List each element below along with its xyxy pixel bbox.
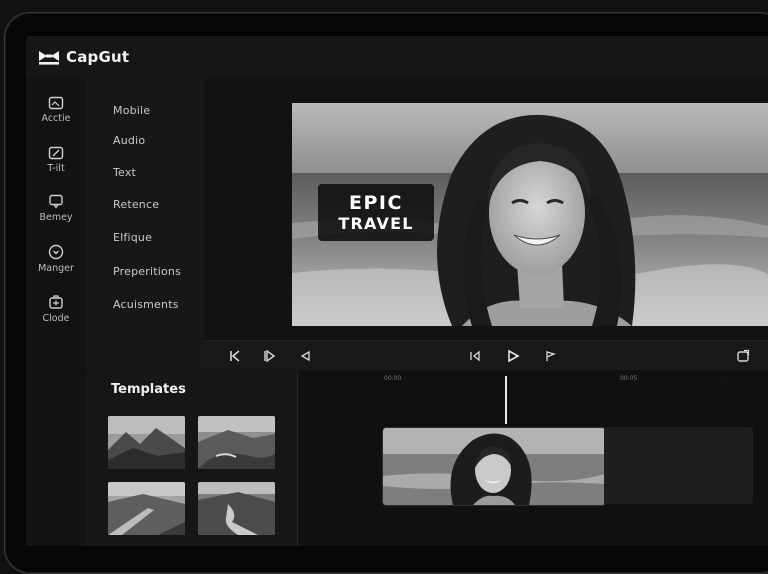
- sidebar-item-label: Bemey: [39, 212, 73, 223]
- template-thumbnail-2[interactable]: [198, 416, 275, 469]
- fullscreen-icon[interactable]: [736, 349, 750, 363]
- template-thumbnail-3[interactable]: [108, 482, 185, 535]
- templates-heading: Templates: [111, 382, 186, 397]
- edit-icon: [48, 146, 64, 160]
- rewind-icon[interactable]: [298, 349, 312, 363]
- sidebar-item-label: Manger: [38, 263, 74, 274]
- video-clip[interactable]: [382, 427, 606, 506]
- overlay-line-2: TRAVEL: [338, 213, 414, 233]
- app-window: CapGut Acctie T-ilt Bemey Manger Clode M…: [26, 36, 768, 546]
- timeline-playhead[interactable]: [505, 376, 507, 424]
- timeline-tick-label: ·: [722, 375, 724, 382]
- timeline-tick-label: 00:00: [384, 375, 402, 382]
- sidebar-item-label: T-ilt: [47, 163, 65, 174]
- menu-item-text[interactable]: Text: [113, 166, 136, 179]
- chat-icon: [49, 194, 63, 209]
- app-title: CapGut: [66, 48, 130, 66]
- coast-thumbnail: [198, 416, 275, 469]
- menu-item-preperitions[interactable]: Preperitions: [113, 265, 181, 278]
- capgut-logo-icon: [39, 51, 59, 65]
- sidebar-item-label: Clode: [42, 313, 70, 324]
- menu-item-acuisments[interactable]: Acuisments: [113, 298, 179, 311]
- sidebar-item-manger[interactable]: Manger: [26, 244, 86, 274]
- overlay-line-1: EPIC: [349, 191, 403, 214]
- timeline-panel[interactable]: 00:00 00:05 ·: [298, 370, 768, 546]
- menu-item-audio[interactable]: Audio: [113, 134, 145, 147]
- valley-road-thumbnail: [108, 482, 185, 535]
- sidebar-item-label: Acctie: [41, 113, 71, 124]
- templates-panel: Templates: [86, 370, 298, 546]
- empty-track-segment[interactable]: [604, 427, 753, 504]
- template-thumbnail-4[interactable]: [198, 482, 275, 535]
- clip-thumbnail-image: [383, 428, 605, 505]
- sidebar-item-acctie[interactable]: Acctie: [26, 96, 86, 124]
- sidebar-item-t-ilt[interactable]: T-ilt: [26, 146, 86, 174]
- menu-item-mobile[interactable]: Mobile: [113, 104, 150, 117]
- frame-step-icon[interactable]: [262, 349, 276, 363]
- epic-travel-title-overlay[interactable]: EPIC TRAVEL: [318, 184, 434, 241]
- video-preview[interactable]: EPIC TRAVEL: [292, 103, 768, 326]
- previous-frame-icon[interactable]: [468, 349, 482, 363]
- sidebar-item-bemey[interactable]: Bemey: [26, 194, 86, 223]
- timeline-tick-label: 00:05: [620, 375, 638, 382]
- next-frame-icon[interactable]: [544, 349, 558, 363]
- waterfall-thumbnail: [198, 482, 275, 535]
- menu-item-elfique[interactable]: Elfique: [113, 231, 152, 244]
- sidebar-item-clode[interactable]: Clode: [26, 294, 86, 324]
- media-icon: [48, 96, 64, 110]
- menu-item-retence[interactable]: Retence: [113, 198, 159, 211]
- mountain-thumbnail: [108, 416, 185, 469]
- circle-chevron-icon: [48, 244, 64, 260]
- play-icon[interactable]: [506, 349, 520, 363]
- layers-icon: [49, 295, 63, 309]
- skip-back-icon[interactable]: [228, 349, 242, 363]
- title-bar: CapGut: [26, 36, 768, 78]
- playback-controls: [204, 340, 768, 372]
- side-menu: Mobile Audio Text Retence Elfique Preper…: [86, 78, 204, 368]
- template-thumbnail-1[interactable]: [108, 416, 185, 469]
- icon-sidebar: Acctie T-ilt Bemey Manger Clode: [26, 78, 86, 546]
- preview-panel: EPIC TRAVEL: [204, 78, 768, 340]
